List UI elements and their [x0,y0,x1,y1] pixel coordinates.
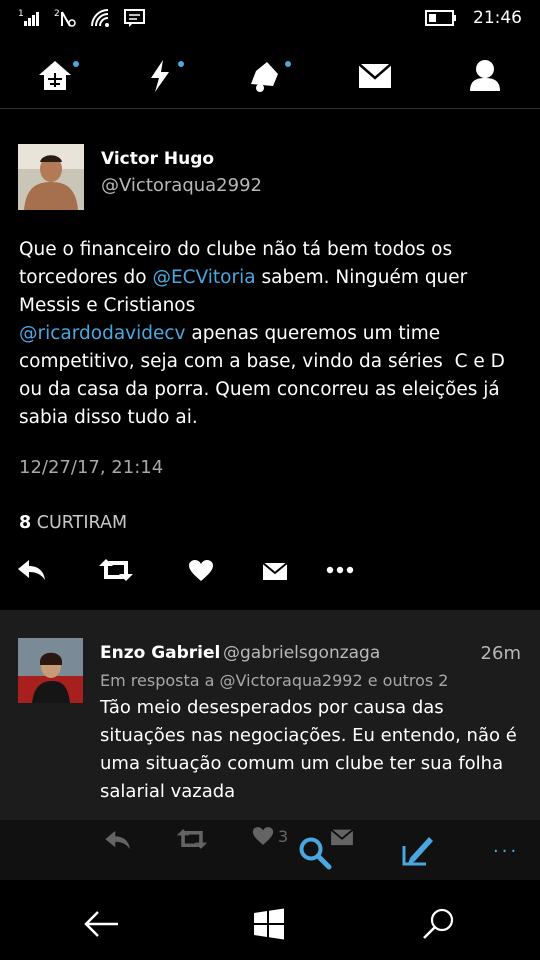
in-reply-to-prefix: Em resposta a [100,671,220,690]
in-reply-to: Em resposta a @Victoraqua2992 e outros 2 [100,671,448,690]
retweet-icon [175,828,209,850]
clock: 21:46 [473,8,522,28]
svg-text:1: 1 [18,9,24,19]
reply-icon[interactable] [17,555,47,585]
in-reply-to-suffix: e outros 2 [362,671,449,690]
top-navigation [0,44,540,109]
message-icon [124,8,146,28]
author-name[interactable]: Victor Hugo [101,149,214,169]
compose-icon[interactable] [402,834,434,866]
mention-link[interactable]: @ECVitoria [152,267,255,288]
avatar[interactable] [18,144,84,210]
reply-text: Tão meio desesperados por causa das situ… [100,697,517,802]
notification-dot [285,61,291,67]
likes-count: 8 [19,513,32,533]
mail-icon[interactable] [355,56,395,96]
profile-icon[interactable] [465,56,505,96]
lightning-icon[interactable] [140,56,184,96]
reply-icon [104,830,132,850]
reply-author-name[interactable]: Enzo Gabriel [100,643,220,663]
likes-summary[interactable]: 8 CURTIRAM [19,513,127,533]
reply-author-handle[interactable]: @gabrielsgonzaga [223,643,380,663]
tweet-text: Que o financeiro do clube não tá bem tod… [19,236,519,432]
retweet-icon[interactable] [97,555,135,585]
windows-logo-icon[interactable] [249,904,289,944]
heart-icon[interactable] [188,555,214,585]
sim2-signal-icon: 2 [54,8,78,28]
wifi-icon [90,8,112,28]
likes-label: CURTIRAM [36,513,128,533]
direct-message-icon [330,826,354,846]
notification-dot [73,61,79,67]
mention-link[interactable]: @ricardodavidecv [19,323,186,344]
svg-text:2: 2 [54,9,60,19]
tweet-detail: Victor Hugo @Victoraqua2992 Que o financ… [0,110,540,610]
more-menu-button[interactable]: ... [493,836,519,857]
tweet-actions [0,555,540,595]
search-icon[interactable] [418,904,458,944]
reply-tweet[interactable]: Enzo Gabriel @gabrielsgonzaga 26m Em res… [0,610,540,820]
home-icon[interactable] [35,56,79,96]
signal-icon: 1 [18,8,42,28]
app-bar: 3 ... [0,820,540,880]
status-bar: 1 2 21:46 [0,0,540,36]
reply-like-count: 3 [278,826,289,846]
tweet-timestamp: 12/27/17, 21:14 [19,457,164,478]
back-arrow-icon[interactable] [82,904,122,944]
notification-dot [178,61,184,67]
in-reply-to-user[interactable]: @Victoraqua2992 [220,671,363,690]
author-handle[interactable]: @Victoraqua2992 [101,175,262,196]
system-navigation-bar [0,880,540,960]
search-icon[interactable] [298,836,332,870]
reply-time: 26m [480,643,521,664]
direct-message-icon[interactable] [262,555,288,585]
bell-icon[interactable] [245,56,291,96]
avatar[interactable] [18,638,83,703]
heart-icon: 3 [252,826,288,846]
more-options-icon[interactable] [326,555,354,585]
battery-icon [425,10,457,26]
